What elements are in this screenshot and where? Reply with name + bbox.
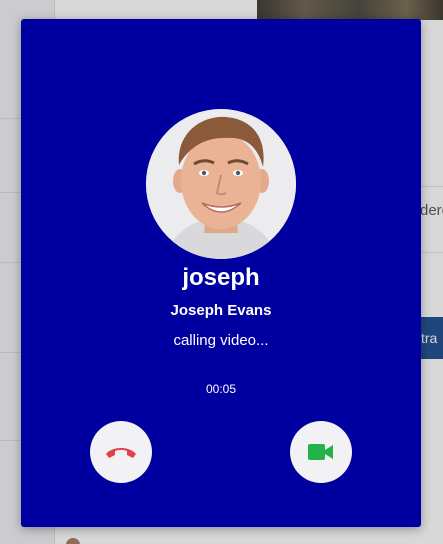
accept-video-button[interactable] <box>290 421 352 483</box>
phone-hangup-icon <box>106 448 136 458</box>
video-camera-icon <box>308 444 333 460</box>
call-timer: 00:05 <box>205 382 237 396</box>
caller-photo <box>146 109 296 259</box>
call-status: calling video... <box>173 332 269 349</box>
video-call-modal: joseph Joseph Evans calling video... 00:… <box>21 19 421 527</box>
caller-avatar <box>146 109 296 259</box>
hang-up-button[interactable] <box>90 421 152 483</box>
caller-full-name: Joseph Evans <box>170 302 272 319</box>
caller-username: joseph <box>182 264 260 291</box>
